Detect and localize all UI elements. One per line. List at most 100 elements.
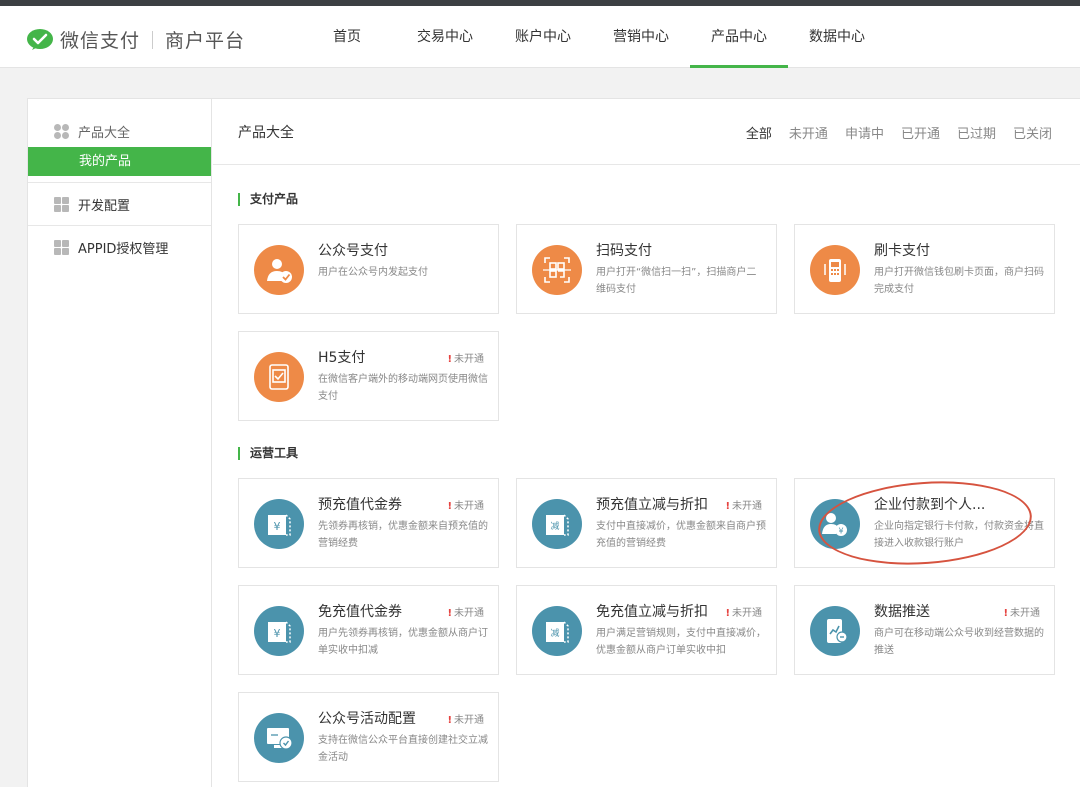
- sidebar-group-appid: APPID授权管理: [28, 226, 211, 268]
- svg-text:¥: ¥: [274, 520, 281, 533]
- grid-icon: [54, 239, 69, 255]
- data-push-icon: [810, 606, 860, 656]
- product-card[interactable]: H5支付 ! 未开通 在微信客户端外的移动端网页使用微信支付: [238, 331, 499, 421]
- sidebar-item-dev-config[interactable]: 开发配置: [28, 183, 211, 225]
- filter-not-opened[interactable]: 未开通: [789, 123, 828, 142]
- content-header: 产品大全 全部 未开通 申请中 已开通 已过期 已关闭: [213, 99, 1080, 165]
- card-title: 数据推送: [874, 604, 930, 620]
- sidebar-item-label: APPID授权管理: [78, 241, 169, 257]
- yen-coupon-icon: ¥: [254, 606, 304, 656]
- svg-text:减: 减: [550, 627, 559, 639]
- brand-subtitle: 商户平台: [165, 30, 246, 52]
- nav-products[interactable]: 产品中心: [690, 6, 788, 68]
- campaign-config-icon: [254, 713, 304, 763]
- card-title: 企业付款到个人...: [874, 497, 986, 513]
- sidebar-item-appid[interactable]: APPID授权管理: [28, 226, 211, 268]
- nav-transactions[interactable]: 交易中心: [396, 6, 494, 68]
- card-title: 免充值代金券: [318, 604, 402, 620]
- logo-divider: [152, 30, 154, 49]
- page-title: 产品大全: [238, 125, 294, 141]
- svg-text:减: 减: [550, 520, 559, 532]
- card-title: 预充值代金券: [318, 497, 402, 513]
- sidebar-item-my-products[interactable]: 我的产品: [28, 147, 211, 176]
- grid-icon: [54, 196, 69, 212]
- svg-text:¥: ¥: [274, 627, 281, 640]
- product-card[interactable]: ¥ 免充值代金券 ! 未开通 用户先领券再核销，优惠金额从商户订单实收中扣减: [238, 585, 499, 675]
- warning-icon: !: [447, 715, 452, 726]
- filter-applying[interactable]: 申请中: [845, 123, 884, 142]
- sidebar-item-all-products[interactable]: 产品大全: [28, 115, 211, 147]
- nav-marketing[interactable]: 营销中心: [592, 6, 690, 68]
- status-badge: ! 未开通: [447, 354, 484, 365]
- status-badge: ! 未开通: [725, 501, 762, 512]
- card-title: 扫码支付: [596, 243, 652, 259]
- warning-icon: !: [447, 354, 452, 365]
- content-area: 产品大全 全部 未开通 申请中 已开通 已过期 已关闭 支付产品 运营工具 公众…: [213, 99, 1080, 787]
- nav-home[interactable]: 首页: [298, 6, 396, 68]
- status-filters: 全部 未开通 申请中 已开通 已过期 已关闭: [729, 123, 1052, 142]
- filter-expired[interactable]: 已过期: [957, 123, 996, 142]
- status-badge: ! 未开通: [447, 501, 484, 512]
- filter-all[interactable]: 全部: [746, 123, 772, 142]
- brand-name: 微信支付: [60, 30, 141, 52]
- filter-opened[interactable]: 已开通: [901, 123, 940, 142]
- sidebar-item-label: 开发配置: [78, 198, 131, 214]
- header: 微信支付 商户平台 首页 交易中心 账户中心 营销中心 产品中心 数据中心: [0, 6, 1080, 68]
- section-title-payment: 支付产品: [238, 193, 298, 206]
- product-card[interactable]: ¥ 企业付款到个人... 企业向指定银行卡付款，付款资金将直接进入收款银行账户: [794, 478, 1055, 568]
- main-panel: 产品大全 我的产品 开发配置 APPID授权管理 产品大全 全部 未开通 申请中…: [27, 98, 1080, 787]
- sidebar-group-products: 产品大全 我的产品: [28, 99, 211, 183]
- enterprise-pay-icon: ¥: [810, 499, 860, 549]
- status-badge: ! 未开通: [725, 608, 762, 619]
- svg-text:¥: ¥: [838, 527, 843, 536]
- card-desc: 用户满足营销规则，支付中直接减价，优惠金额从商户订单实收中扣: [596, 628, 766, 656]
- qr-scan-icon: [532, 245, 582, 295]
- product-card[interactable]: 数据推送 ! 未开通 商户可在移动端公众号收到经营数据的推送: [794, 585, 1055, 675]
- card-reader-icon: [810, 245, 860, 295]
- card-desc: 先领券再核销，优惠金额来自预充值的营销经费: [318, 521, 488, 549]
- card-title: 预充值立减与折扣: [596, 497, 708, 513]
- status-badge: ! 未开通: [447, 715, 484, 726]
- discount-coupon-icon: 减: [532, 499, 582, 549]
- logo[interactable]: 微信支付 商户平台: [26, 26, 245, 53]
- status-badge: ! 未开通: [447, 608, 484, 619]
- product-card[interactable]: 减 免充值立减与折扣 ! 未开通 用户满足营销规则，支付中直接减价，优惠金额从商户…: [516, 585, 777, 675]
- sidebar-item-label: 产品大全: [78, 125, 131, 141]
- product-card[interactable]: 减 预充值立减与折扣 ! 未开通 支付中直接减价，优惠金额来自商户预充值的营销经费: [516, 478, 777, 568]
- main-nav: 首页 交易中心 账户中心 营销中心 产品中心 数据中心: [298, 6, 886, 68]
- grid-icon: [54, 123, 69, 139]
- product-card[interactable]: 扫码支付 用户打开“微信扫一扫”，扫描商户二维码支付: [516, 224, 777, 314]
- card-desc: 支持在微信公众平台直接创建社交立减金活动: [318, 735, 488, 763]
- card-title: 公众号活动配置: [318, 711, 416, 727]
- yen-coupon-icon: ¥: [254, 499, 304, 549]
- warning-icon: !: [725, 608, 730, 619]
- card-desc: 用户在公众号内发起支付: [318, 267, 428, 278]
- nav-data[interactable]: 数据中心: [788, 6, 886, 68]
- warning-icon: !: [725, 501, 730, 512]
- card-title: 刷卡支付: [874, 243, 930, 259]
- card-desc: 商户可在移动端公众号收到经营数据的推送: [874, 628, 1044, 656]
- card-desc: 支付中直接减价，优惠金额来自商户预充值的营销经费: [596, 521, 766, 549]
- product-card[interactable]: ¥ 预充值代金券 ! 未开通 先领券再核销，优惠金额来自预充值的营销经费: [238, 478, 499, 568]
- warning-icon: !: [1003, 608, 1008, 619]
- wechat-pay-logo-icon: [26, 28, 54, 52]
- product-card[interactable]: 公众号活动配置 ! 未开通 支持在微信公众平台直接创建社交立减金活动: [238, 692, 499, 782]
- card-title: 免充值立减与折扣: [596, 604, 708, 620]
- product-card[interactable]: 公众号支付 用户在公众号内发起支付: [238, 224, 499, 314]
- filter-closed[interactable]: 已关闭: [1013, 123, 1052, 142]
- card-desc: 在微信客户端外的移动端网页使用微信支付: [318, 374, 488, 402]
- section-title-operations: 运营工具: [238, 447, 298, 460]
- tablet-check-icon: [254, 352, 304, 402]
- card-desc: 用户先领券再核销，优惠金额从商户订单实收中扣减: [318, 628, 488, 656]
- sidebar: 产品大全 我的产品 开发配置 APPID授权管理: [28, 99, 212, 787]
- product-card[interactable]: 刷卡支付 用户打开微信钱包刷卡页面，商户扫码完成支付: [794, 224, 1055, 314]
- discount-coupon-icon: 减: [532, 606, 582, 656]
- warning-icon: !: [447, 608, 452, 619]
- user-check-icon: [254, 245, 304, 295]
- nav-account[interactable]: 账户中心: [494, 6, 592, 68]
- card-desc: 用户打开“微信扫一扫”，扫描商户二维码支付: [596, 267, 757, 295]
- card-desc: 用户打开微信钱包刷卡页面，商户扫码完成支付: [874, 267, 1044, 295]
- sidebar-group-dev: 开发配置: [28, 183, 211, 226]
- warning-icon: !: [447, 501, 452, 512]
- card-title: H5支付: [318, 350, 366, 366]
